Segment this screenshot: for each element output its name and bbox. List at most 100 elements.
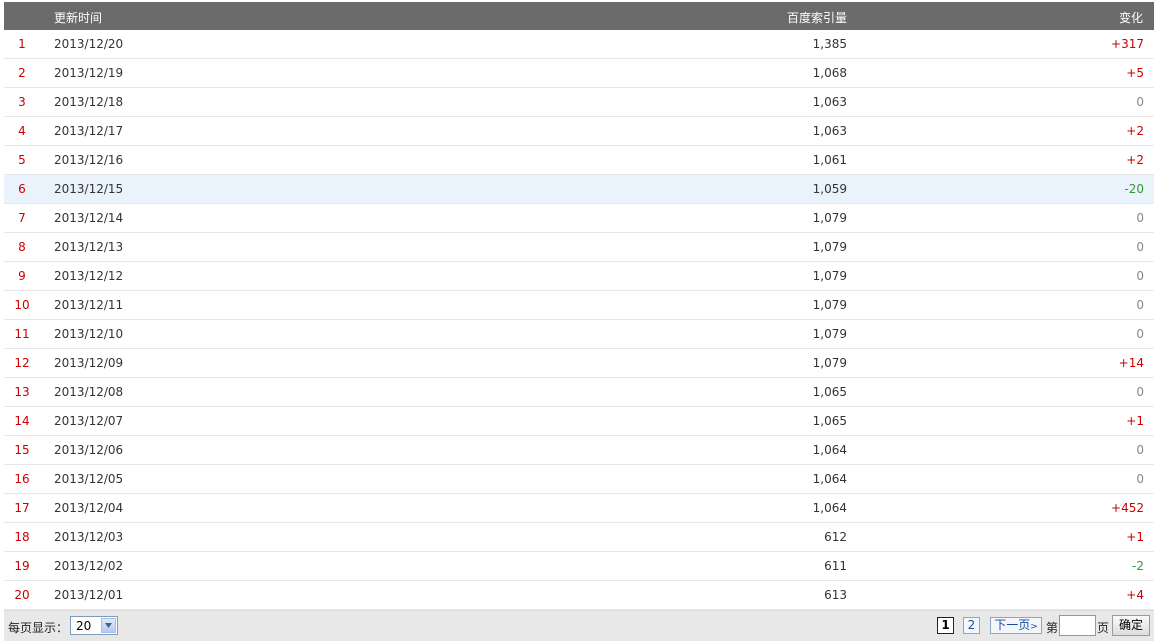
table-row: 12 2013/12/09 1,079 +14 (4, 349, 1154, 378)
row-date: 2013/12/03 (54, 530, 124, 544)
row-change: 0 (1136, 472, 1144, 486)
page-jump-input[interactable] (1059, 615, 1096, 636)
row-date: 2013/12/16 (54, 153, 124, 167)
next-page-button[interactable]: 下一页> (990, 617, 1042, 634)
row-date: 2013/12/06 (54, 443, 124, 457)
index-history-panel: 更新时间 百度索引量 变化 1 2013/12/20 1,385 +317 2 2013/… (4, 2, 1154, 641)
row-change: +14 (1118, 356, 1144, 370)
row-index-count: 613 (824, 588, 847, 602)
row-number: 3 (18, 95, 26, 109)
table-row: 18 2013/12/03 612 +1 (4, 523, 1154, 552)
row-number: 11 (14, 327, 30, 341)
row-index-count: 1,065 (812, 385, 847, 399)
per-page-select[interactable]: 20 (70, 616, 118, 635)
row-index-count: 1,385 (812, 37, 847, 51)
row-change: +317 (1111, 37, 1144, 51)
row-index-count: 1,068 (812, 66, 847, 80)
row-change: -20 (1124, 182, 1144, 196)
row-date: 2013/12/17 (54, 124, 124, 138)
row-date: 2013/12/01 (54, 588, 124, 602)
row-index-count: 1,079 (812, 327, 847, 341)
row-index-count: 1,079 (812, 298, 847, 312)
table-body: 1 2013/12/20 1,385 +317 2 2013/12/19 1,068 +5 3 2… (4, 30, 1154, 610)
row-date: 2013/12/09 (54, 356, 124, 370)
header-update-time: 更新时间 (54, 11, 103, 25)
row-index-count: 1,079 (812, 269, 847, 283)
page-1-current: 1 (937, 617, 954, 634)
row-change: 0 (1136, 240, 1144, 254)
row-number: 5 (18, 153, 26, 167)
row-date: 2013/12/12 (54, 269, 124, 283)
next-page-label: 下一页 (994, 618, 1031, 632)
row-index-count: 1,064 (812, 501, 847, 515)
row-number: 19 (14, 559, 30, 573)
row-change: +2 (1126, 153, 1144, 167)
row-number: 20 (14, 588, 30, 602)
row-index-count: 612 (824, 530, 847, 544)
row-number: 8 (18, 240, 26, 254)
table-row: 20 2013/12/01 613 +4 (4, 581, 1154, 610)
table-row: 6 2013/12/15 1,059 -20 (4, 175, 1154, 204)
header-baidu-index: 百度索引量 (786, 11, 847, 25)
table-row: 2 2013/12/19 1,068 +5 (4, 59, 1154, 88)
row-index-count: 1,061 (812, 153, 847, 167)
row-change: +4 (1126, 588, 1144, 602)
row-index-count: 611 (824, 559, 847, 573)
table-row: 19 2013/12/02 611 -2 (4, 552, 1154, 581)
row-date: 2013/12/07 (54, 414, 124, 428)
row-change: 0 (1136, 443, 1144, 457)
table-row: 5 2013/12/16 1,061 +2 (4, 146, 1154, 175)
row-date: 2013/12/18 (54, 95, 124, 109)
row-change: 0 (1136, 385, 1144, 399)
row-index-count: 1,065 (812, 414, 847, 428)
row-number: 18 (14, 530, 30, 544)
page-jump-confirm-button[interactable]: 确定 (1112, 615, 1150, 636)
row-change: 0 (1136, 95, 1144, 109)
row-number: 6 (18, 182, 26, 196)
chevron-down-icon[interactable] (101, 618, 116, 633)
table-row: 16 2013/12/05 1,064 0 (4, 465, 1154, 494)
row-date: 2013/12/13 (54, 240, 124, 254)
row-index-count: 1,059 (812, 182, 847, 196)
row-number: 15 (14, 443, 30, 457)
chevron-right-icon: > (1030, 622, 1038, 632)
table-header: 更新时间 百度索引量 变化 (4, 2, 1154, 30)
row-change: +452 (1111, 501, 1144, 515)
row-date: 2013/12/10 (54, 327, 124, 341)
table-row: 8 2013/12/13 1,079 0 (4, 233, 1154, 262)
row-index-count: 1,079 (812, 356, 847, 370)
row-change: +1 (1126, 530, 1144, 544)
row-number: 10 (14, 298, 30, 312)
row-change: 0 (1136, 327, 1144, 341)
row-number: 17 (14, 501, 30, 515)
table-row: 10 2013/12/11 1,079 0 (4, 291, 1154, 320)
row-number: 7 (18, 211, 26, 225)
table-row: 14 2013/12/07 1,065 +1 (4, 407, 1154, 436)
table-row: 9 2013/12/12 1,079 0 (4, 262, 1154, 291)
row-index-count: 1,079 (812, 211, 847, 225)
row-number: 9 (18, 269, 26, 283)
row-number: 12 (14, 356, 30, 370)
table-row: 11 2013/12/10 1,079 0 (4, 320, 1154, 349)
row-number: 13 (14, 385, 30, 399)
row-change: 0 (1136, 269, 1144, 283)
table-row: 7 2013/12/14 1,079 0 (4, 204, 1154, 233)
row-date: 2013/12/05 (54, 472, 124, 486)
row-date: 2013/12/20 (54, 37, 124, 51)
row-index-count: 1,063 (812, 124, 847, 138)
table-footer: 每页显示： 20 1 2 下一页> 第 页 确定 (4, 610, 1154, 641)
row-change: -2 (1132, 559, 1144, 573)
per-page-label: 每页显示： (8, 621, 69, 635)
page-jump-prefix: 第 (1046, 621, 1059, 635)
row-date: 2013/12/08 (54, 385, 124, 399)
table-row: 15 2013/12/06 1,064 0 (4, 436, 1154, 465)
page-2-link[interactable]: 2 (963, 617, 980, 634)
row-number: 2 (18, 66, 26, 80)
header-change: 变化 (1118, 11, 1143, 25)
row-change: +1 (1126, 414, 1144, 428)
page-jump-suffix: 页 (1097, 621, 1110, 635)
row-number: 1 (18, 37, 26, 51)
pagination: 1 2 下一页> 第 页 确定 (937, 615, 1150, 637)
table-row: 4 2013/12/17 1,063 +2 (4, 117, 1154, 146)
row-index-count: 1,079 (812, 240, 847, 254)
